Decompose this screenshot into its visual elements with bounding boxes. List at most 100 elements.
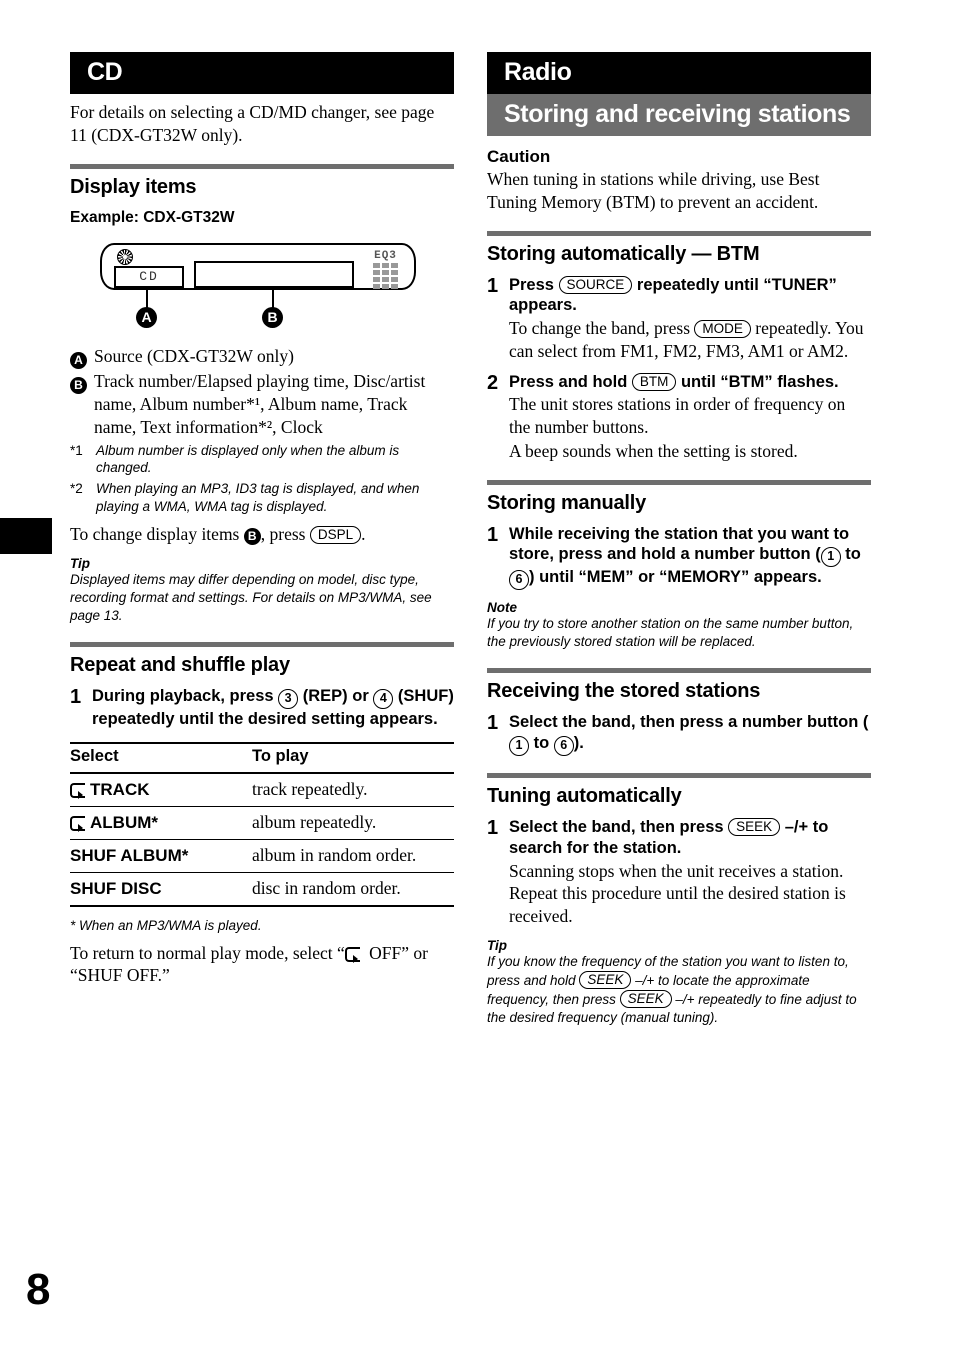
step-text-1: Press and hold	[509, 372, 632, 391]
footnote-1-mark: *1	[70, 442, 83, 458]
callout-row-a: A Source (CDX-GT32W only)	[70, 345, 454, 370]
callout-text-b: Track number/Elapsed playing time, Disc/…	[94, 371, 426, 437]
key-seek[interactable]: SEEK	[579, 970, 632, 989]
key-seek[interactable]: SEEK	[619, 989, 672, 1008]
chapter-banner-cd: CD	[70, 52, 454, 94]
cell-to-play: album in random order.	[252, 839, 454, 873]
step-text-3: ).	[573, 734, 584, 753]
manual-page: CD For details on selecting a CD/MD chan…	[0, 0, 954, 1352]
change-display-items-text: To change display items B, press DSPL.	[70, 523, 454, 546]
step-btm-2: 2 Press and hold BTM until “BTM” flashes…	[487, 372, 871, 463]
step-text-2: until “BTM” flashes.	[676, 372, 839, 391]
table-footnote: * When an MP3/WMA is played.	[70, 917, 262, 933]
key-number-1[interactable]: 1	[509, 736, 529, 757]
step-text-3: ) until “MEM” or “MEMORY” appears.	[529, 568, 822, 587]
footnote-2-mark: *2	[70, 481, 83, 497]
disc-icon	[117, 248, 133, 265]
page-tab-marker	[0, 518, 52, 554]
step-text-2: to	[529, 734, 554, 753]
note-heading-storing: Note	[487, 600, 517, 616]
step-number: 1	[487, 712, 499, 735]
section-divider	[487, 479, 871, 485]
tip-body-tuning: If you know the frequency of the station…	[487, 953, 871, 1027]
section-divider	[487, 230, 871, 236]
key-btm[interactable]: BTM	[631, 372, 677, 391]
cell-select: SHUF DISC	[70, 872, 252, 907]
step-title: Press and hold BTM until “BTM” flashes.	[509, 372, 871, 393]
footnote-1-text: Album number is displayed only when the …	[96, 442, 400, 476]
step-description: Scanning stops when the unit receives a …	[509, 860, 846, 927]
segment-display-a: CD	[114, 265, 184, 288]
page-number: 8	[26, 1265, 51, 1314]
callout-leader-b	[272, 285, 274, 309]
key-source[interactable]: SOURCE	[558, 275, 633, 294]
left-column: CD For details on selecting a CD/MD chan…	[70, 52, 454, 987]
step-text-2: to	[840, 545, 861, 564]
step-text-1: During playback, press	[92, 686, 279, 705]
step-tuning-automatically: 1 Select the band, then press SEEK –/+ t…	[487, 817, 871, 928]
footnote-2: *2 When playing an MP3, ID3 tag is displ…	[70, 480, 454, 516]
right-column: Radio Storing and receiving stations Cau…	[487, 52, 871, 1027]
callout-badge-a: A	[70, 351, 87, 369]
tip-heading-tuning: Tip	[487, 937, 507, 953]
step-description-line-2: A beep sounds when the setting is stored…	[509, 440, 798, 461]
repeat-shuffle-table: Select To play TRACK track repeatedly. A…	[70, 741, 454, 907]
cell-select: SHUF ALBUM*	[70, 839, 252, 873]
device-faceplate: CD EQ3	[100, 242, 416, 290]
step-text-1: Select the band, then press a number but…	[509, 713, 869, 732]
section-divider	[70, 163, 454, 169]
callout-text-a: Source (CDX-GT32W only)	[94, 345, 294, 366]
step-title: While receiving the station that you wan…	[509, 524, 871, 591]
footnote-1: *1 Album number is displayed only when t…	[70, 442, 454, 478]
footnote-2-text: When playing an MP3, ID3 tag is displaye…	[96, 481, 420, 515]
callout-marker-a: A	[136, 306, 157, 328]
step-desc-1: To change the band, press	[509, 318, 695, 339]
repeat-icon	[70, 782, 87, 800]
key-number-6[interactable]: 6	[509, 570, 529, 591]
step-title: Press SOURCE repeatedly until “TUNER” ap…	[509, 275, 871, 317]
device-display-illustration: CD EQ3 A B	[100, 242, 420, 335]
heading-caution: Caution	[487, 147, 551, 166]
section-divider	[70, 641, 454, 647]
step-number: 2	[487, 371, 499, 394]
step-btm-1: 1 Press SOURCE repeatedly until “TUNER” …	[487, 275, 871, 363]
table-row: SHUF DISC disc in random order.	[70, 872, 454, 907]
key-mode[interactable]: MODE	[694, 320, 751, 339]
change-text-before: To change display items	[70, 524, 244, 545]
step-text-1: Select the band, then press	[509, 818, 729, 837]
key-number-3[interactable]: 3	[278, 688, 299, 709]
repeat-icon	[70, 815, 87, 833]
eq-bars-icon	[373, 262, 398, 289]
table-row: ALBUM* album repeatedly.	[70, 806, 454, 840]
column-header-to-play: To play	[252, 741, 454, 774]
column-header-select: Select	[70, 741, 252, 774]
heading-receiving-stored: Receiving the stored stations	[487, 680, 761, 703]
change-text-after: .	[361, 524, 366, 545]
section-divider	[487, 668, 871, 674]
section-divider	[487, 773, 871, 779]
inline-badge-b: B	[243, 528, 261, 546]
note-body-storing: If you try to store another station on t…	[487, 616, 854, 650]
caution-body: When tuning in stations while driving, u…	[487, 169, 820, 212]
step-text-1: While receiving the station that you wan…	[509, 524, 850, 564]
key-number-6[interactable]: 6	[553, 736, 574, 757]
heading-display-items: Display items	[70, 175, 197, 198]
table-row: TRACK track repeatedly.	[70, 772, 454, 807]
cell-star: *	[181, 845, 189, 865]
cd-intro-text: For details on selecting a CD/MD changer…	[70, 102, 435, 145]
heading-storing-automatically: Storing automatically — BTM	[487, 242, 760, 265]
cell-to-play: album repeatedly.	[252, 806, 454, 840]
segment-display-b	[194, 260, 354, 288]
step-title: Select the band, then press a number but…	[509, 712, 871, 757]
return-to-normal-text: To return to normal play mode, select “ …	[70, 942, 454, 988]
key-number-1[interactable]: 1	[820, 547, 841, 568]
key-dspl[interactable]: DSPL	[309, 526, 362, 545]
cell-select: TRACK	[70, 772, 252, 807]
heading-storing-manually: Storing manually	[487, 491, 647, 514]
key-seek[interactable]: SEEK	[728, 818, 781, 837]
cell-to-play: disc in random order.	[252, 872, 454, 907]
return-text-1: To return to normal play mode, select “	[70, 942, 345, 963]
step-storing-manually: 1 While receiving the station that you w…	[487, 524, 871, 591]
cell-to-play: track repeatedly.	[252, 772, 454, 807]
key-number-4[interactable]: 4	[373, 688, 394, 709]
